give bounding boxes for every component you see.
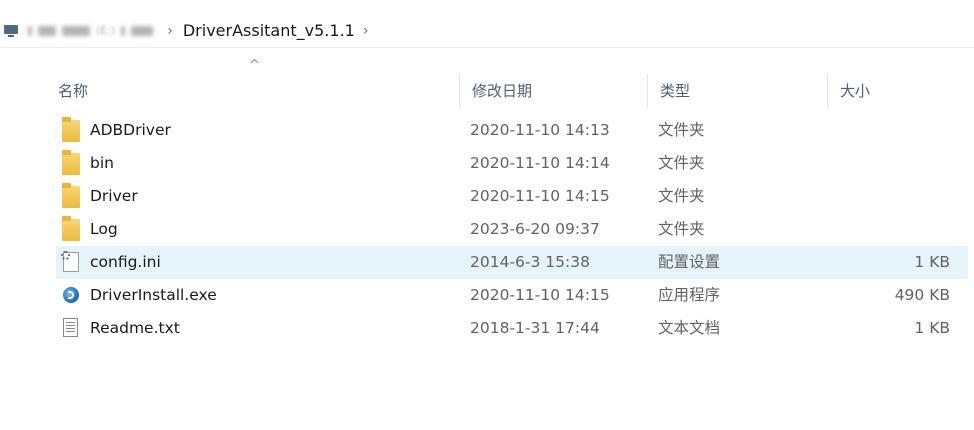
column-header-name[interactable]: 名称 [46, 74, 460, 108]
file-row-driverinstall-exe[interactable]: DriverInstall.exe 2020-11-10 14:15 应用程序 … [56, 279, 968, 312]
blurred-crumb[interactable] [62, 25, 90, 36]
column-header-type[interactable]: 类型 [648, 74, 828, 108]
blurred-crumb[interactable] [131, 25, 154, 36]
file-date: 2020-11-10 14:15 [470, 187, 610, 205]
breadcrumb-separator-end[interactable]: › [363, 23, 369, 39]
file-name: bin [90, 154, 114, 172]
column-header-bar: ^ 名称 修改日期 类型 大小 [0, 54, 974, 120]
breadcrumb: (E:) › DriverAssitant_v5.1.1 › [0, 19, 378, 43]
file-row-readme-txt[interactable]: Readme.txt 2018-1-31 17:44 文本文档 1 KB [56, 312, 968, 345]
text-file-icon [60, 312, 80, 345]
column-header-date[interactable]: 修改日期 [460, 74, 648, 108]
file-size: 490 KB [894, 286, 950, 304]
file-type: 文件夹 [658, 220, 705, 238]
file-type: 文件夹 [658, 154, 705, 172]
address-bar[interactable]: (E:) › DriverAssitant_v5.1.1 › [0, 14, 974, 48]
blurred-crumb [28, 25, 32, 36]
file-date: 2020-11-10 14:13 [470, 121, 610, 139]
breadcrumb-current-folder[interactable]: DriverAssitant_v5.1.1 [183, 21, 355, 40]
file-date: 2020-11-10 14:14 [470, 154, 610, 172]
file-type: 应用程序 [658, 286, 721, 304]
file-date: 2014-6-3 15:38 [470, 253, 590, 271]
file-row-bin[interactable]: bin 2020-11-10 14:14 文件夹 [56, 147, 968, 180]
folder-icon [60, 213, 80, 246]
exe-file-icon [60, 279, 80, 312]
file-name: DriverInstall.exe [90, 286, 217, 304]
drive-label[interactable]: (E:) [96, 24, 115, 37]
file-date: 2020-11-10 14:15 [470, 286, 610, 304]
folder-icon [60, 114, 80, 147]
file-name: Readme.txt [90, 319, 180, 337]
column-header-size[interactable]: 大小 [828, 74, 968, 108]
folder-icon [60, 147, 80, 180]
file-type: 文件夹 [658, 187, 705, 205]
sort-ascending-icon: ^ [249, 58, 260, 73]
file-list: ADBDriver 2020-11-10 14:13 文件夹 bin 2020-… [56, 114, 968, 345]
file-type: 文本文档 [658, 319, 721, 337]
file-row-adbdriver[interactable]: ADBDriver 2020-11-10 14:13 文件夹 [56, 114, 968, 147]
file-name: ADBDriver [90, 121, 171, 139]
file-type: 配置设置 [658, 253, 721, 271]
blurred-crumb [38, 25, 56, 36]
file-name: Log [90, 220, 118, 238]
computer-icon [4, 24, 18, 37]
file-type: 文件夹 [658, 121, 705, 139]
file-row-config-ini[interactable]: config.ini 2014-6-3 15:38 配置设置 1 KB [56, 246, 968, 279]
file-size: 1 KB [914, 253, 950, 271]
file-size: 1 KB [914, 319, 950, 337]
file-row-log[interactable]: Log 2023-6-20 09:37 文件夹 [56, 213, 968, 246]
file-date: 2023-6-20 09:37 [470, 220, 600, 238]
file-name: Driver [90, 187, 138, 205]
breadcrumb-separator[interactable]: › [167, 23, 173, 39]
blurred-crumb [121, 25, 126, 36]
file-date: 2018-1-31 17:44 [470, 319, 600, 337]
folder-icon [60, 180, 80, 213]
config-file-icon [60, 246, 80, 279]
file-explorer: (E:) › DriverAssitant_v5.1.1 › ^ 名称 修改日期… [0, 0, 974, 430]
file-row-driver[interactable]: Driver 2020-11-10 14:15 文件夹 [56, 180, 968, 213]
file-name: config.ini [90, 253, 161, 271]
